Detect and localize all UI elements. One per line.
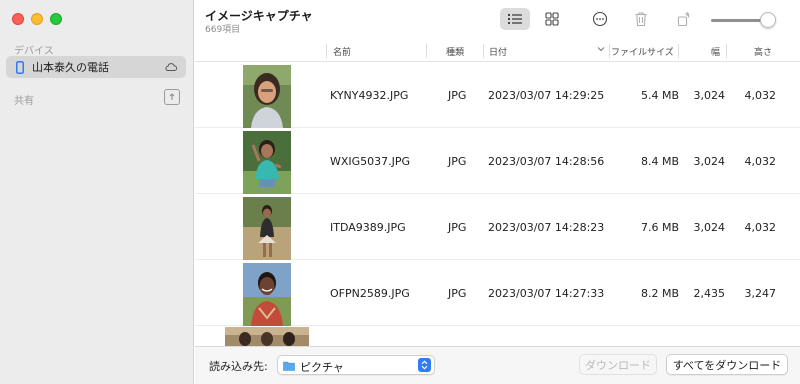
shared-toggle-icon[interactable] [164,89,180,105]
shared-section-label: 共有 [14,96,34,107]
rotate-icon [677,11,690,27]
import-destination-label: 読み込み先: [209,360,268,373]
file-date: 2023/03/07 14:29:25 [488,89,605,102]
column-date[interactable]: 日付 [489,45,507,58]
image-capture-window: デバイス 山本泰久の電話 共有 イメージキャプチャ 669項目 名前 種類 日付… [0,0,800,384]
devices-section-label: デバイス [14,46,54,57]
import-destination-select[interactable]: ピクチャ [277,355,435,375]
photo-thumbnail [225,327,309,346]
device-name: 山本泰久の電話 [32,61,109,74]
file-name: OFPN2589.JPG [330,287,410,300]
column-height[interactable]: 高さ [754,45,772,58]
table-row[interactable]: OFPN2589.JPG JPG 2023/03/07 14:27:33 8.2… [195,261,800,326]
import-all-button[interactable]: すべてをダウンロード [666,354,788,375]
toolbar: イメージキャプチャ 669項目 [195,0,800,40]
image-width: 3,024 [693,221,726,234]
image-height: 3,247 [744,287,777,300]
column-divider [678,44,679,58]
minimize-window-button[interactable] [31,13,43,25]
column-divider [326,44,327,58]
image-width: 3,024 [693,89,726,102]
file-name: KYNY4932.JPG [330,89,409,102]
photo-thumbnail [243,263,291,326]
more-options-button[interactable] [585,8,615,30]
photo-thumbnail [243,131,291,194]
table-row[interactable] [195,327,800,346]
file-date: 2023/03/07 14:27:33 [488,287,605,300]
phone-icon [14,60,26,74]
column-divider [726,44,727,58]
column-divider [426,44,427,58]
delete-button[interactable] [626,8,656,30]
list-view-icon [507,13,522,25]
file-size: 5.4 MB [640,89,679,102]
file-name: WXIG5037.JPG [330,155,411,168]
table-row[interactable]: KYNY4932.JPG JPG 2023/03/07 14:29:25 5.4… [195,63,800,128]
rotate-button[interactable] [669,8,699,30]
close-window-button[interactable] [12,13,24,25]
list-view-button[interactable] [500,8,530,30]
column-divider [609,44,610,58]
trash-icon [635,12,647,27]
image-width: 2,435 [693,287,726,300]
grid-view-button[interactable] [537,8,567,30]
photo-thumbnail [243,65,291,128]
image-width: 3,024 [693,155,726,168]
zoom-window-button[interactable] [50,13,62,25]
grid-view-icon [545,12,559,26]
photo-thumbnail [243,197,291,260]
file-size: 8.4 MB [640,155,679,168]
column-divider [483,44,484,58]
file-type: JPG [448,89,467,102]
import-button[interactable]: ダウンロード [579,354,657,375]
ellipsis-circle-icon [592,11,608,27]
import-destination-value: ピクチャ [300,361,344,374]
file-date: 2023/03/07 14:28:56 [488,155,605,168]
image-height: 4,032 [744,221,777,234]
thumbnail-size-slider[interactable] [711,11,776,29]
photo-table: 名前 種類 日付 ファイルサイズ 幅 高さ KYNY4932.JPG JPG 2… [195,40,800,346]
column-type[interactable]: 種類 [446,45,464,58]
chevron-updown-icon [418,358,431,372]
file-date: 2023/03/07 14:28:23 [488,221,605,234]
column-width[interactable]: 幅 [711,45,720,58]
file-type: JPG [448,155,467,168]
table-header: 名前 種類 日付 ファイルサイズ 幅 高さ [195,40,800,62]
file-type: JPG [448,221,467,234]
file-type: JPG [448,287,467,300]
window-controls [12,13,62,25]
sort-descending-icon [597,45,605,55]
image-height: 4,032 [744,89,777,102]
table-row[interactable]: ITDA9389.JPG JPG 2023/03/07 14:28:23 7.6… [195,195,800,260]
file-name: ITDA9389.JPG [330,221,406,234]
file-size: 8.2 MB [640,287,679,300]
sidebar-item-device[interactable]: 山本泰久の電話 [6,56,186,78]
item-count: 669項目 [205,25,241,35]
cloud-icon [164,60,178,74]
file-size: 7.6 MB [640,221,679,234]
image-height: 4,032 [744,155,777,168]
column-size[interactable]: ファイルサイズ [611,45,674,58]
folder-icon [283,360,295,371]
slider-knob[interactable] [760,12,776,28]
column-name[interactable]: 名前 [333,45,351,58]
sidebar: デバイス 山本泰久の電話 共有 [0,0,194,384]
footer-bar: 読み込み先: ピクチャ ダウンロード すべてをダウンロード [195,346,800,384]
table-row[interactable]: WXIG5037.JPG JPG 2023/03/07 14:28:56 8.4… [195,129,800,194]
